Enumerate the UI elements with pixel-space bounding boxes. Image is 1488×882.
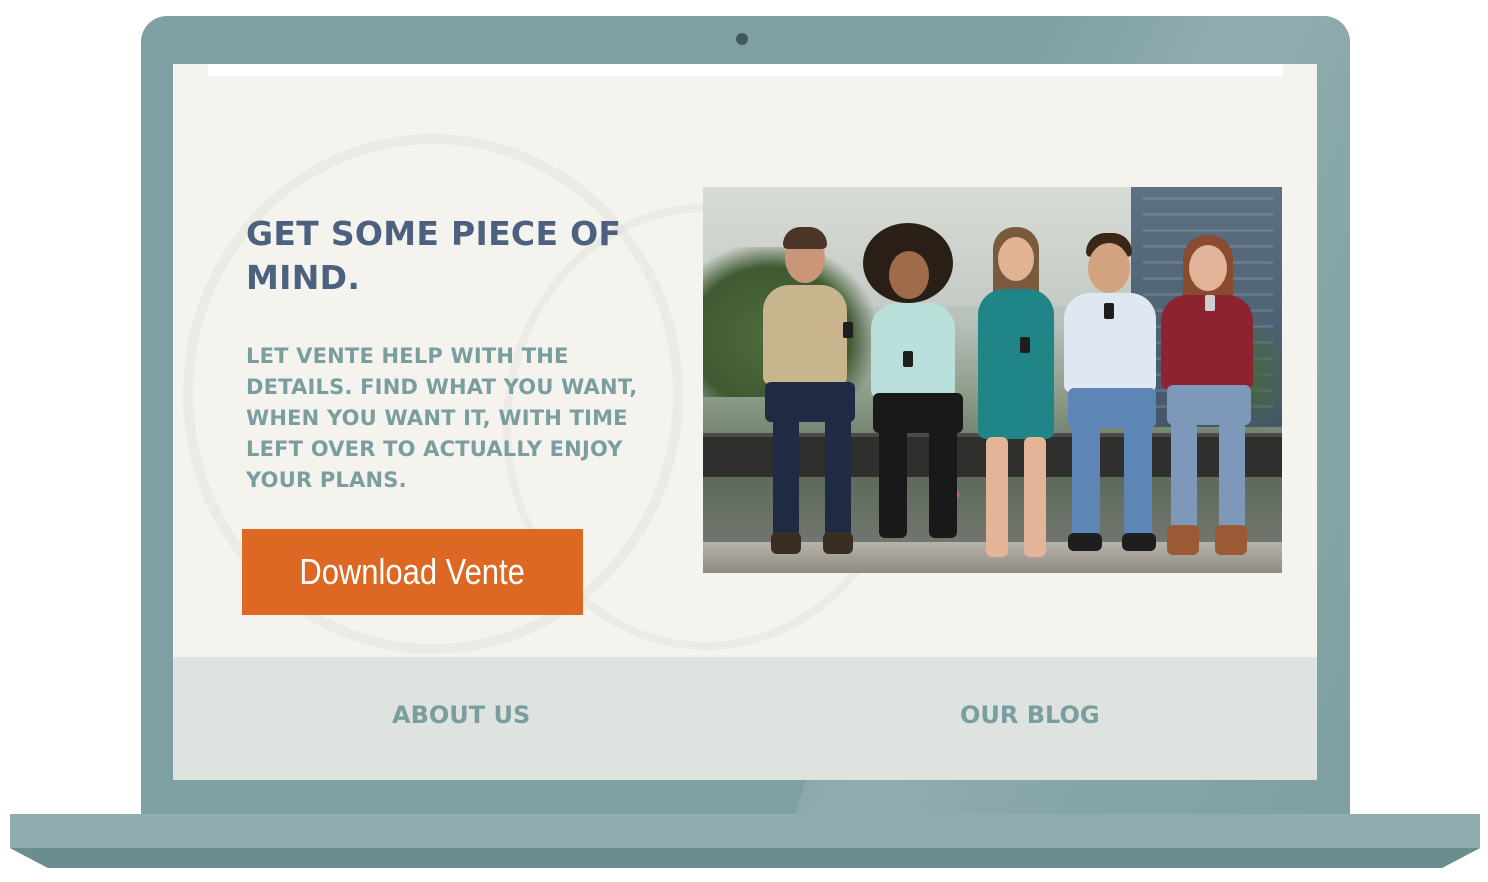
hero-photo <box>703 187 1282 573</box>
our-blog-link[interactable]: OUR BLOG <box>960 701 1100 729</box>
header-strip <box>208 64 1283 76</box>
laptop-mockup: GET SOME PIECE OF MIND. LET VENTE HELP W… <box>0 0 1488 882</box>
laptop-screen: GET SOME PIECE OF MIND. LET VENTE HELP W… <box>173 64 1317 780</box>
photo-person <box>743 227 863 567</box>
download-button-label: Download Vente <box>299 551 526 592</box>
about-us-link[interactable]: ABOUT US <box>392 701 530 729</box>
hero-subcopy: LET VENTE HELP WITH THE DETAILS. FIND WH… <box>246 344 638 492</box>
photo-person <box>1153 235 1263 573</box>
download-vente-button[interactable]: Download Vente <box>242 529 583 615</box>
photo-person <box>1048 233 1168 573</box>
hero-headline: GET SOME PIECE OF MIND. <box>246 214 622 297</box>
photo-person <box>853 223 973 563</box>
webcam-icon <box>736 33 748 45</box>
footer: ABOUT US OUR BLOG <box>173 657 1317 780</box>
